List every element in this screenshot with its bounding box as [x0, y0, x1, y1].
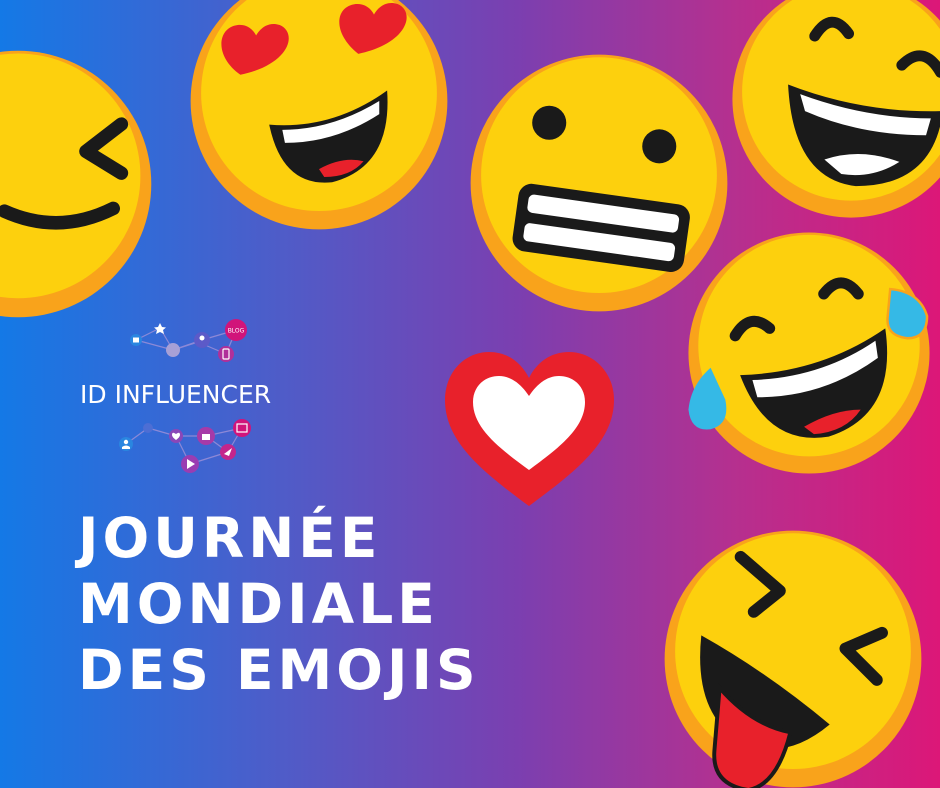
headline: JOURNÉE MONDIALE DES EMOJIS — [78, 505, 480, 703]
headline-line-2: MONDIALE — [78, 572, 439, 636]
heart-eyes-emoji — [188, 0, 450, 232]
heart-icon — [443, 350, 616, 510]
brand-name: ID INFLUENCER — [80, 380, 272, 409]
headline-line-3: DES EMOJIS — [78, 638, 480, 702]
tongue-out-emoji — [662, 528, 924, 788]
blog-badge: BLOG — [228, 328, 245, 335]
grinning-face-emoji — [730, 0, 940, 220]
tears-of-joy-emoji — [686, 230, 932, 476]
headline-line-1: JOURNÉE — [78, 506, 382, 570]
id-influencer-logo: BLOG ID INFLUENCER — [78, 318, 328, 478]
emoji-day-poster: BLOG ID INFLUENCER JOURNÉE MONDIALE DES … — [0, 0, 940, 788]
winking-face-emoji — [0, 48, 154, 320]
